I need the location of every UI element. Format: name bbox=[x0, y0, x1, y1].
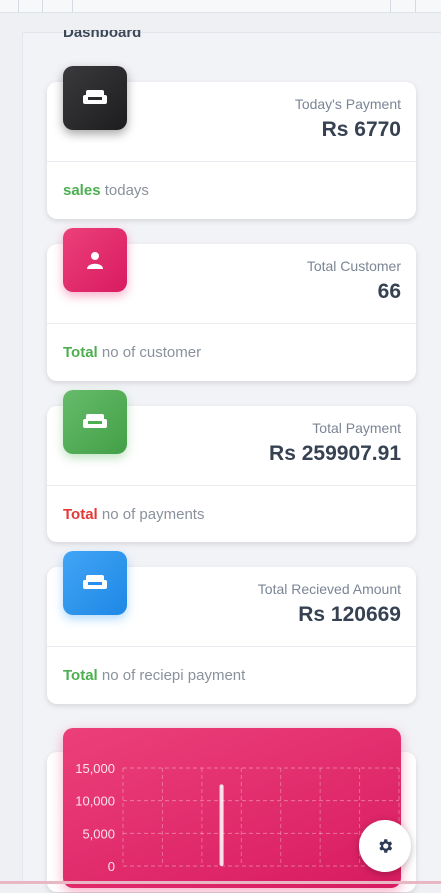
footer-highlight: Total bbox=[63, 667, 98, 684]
card-icon-tile bbox=[63, 66, 127, 130]
person-icon bbox=[87, 252, 103, 269]
bar-chart: 15,000 10,000 5,000 0 bbox=[75, 761, 400, 874]
footer-text: no of customer bbox=[97, 344, 202, 361]
divider bbox=[47, 323, 416, 324]
gear-icon bbox=[379, 839, 393, 853]
card-footer: Total no of customer bbox=[63, 344, 201, 361]
footer-highlight: Total bbox=[63, 344, 98, 361]
footer-text: no of reciepi payment bbox=[97, 667, 246, 684]
card-label: Total Customer bbox=[306, 258, 401, 274]
top-bar bbox=[0, 0, 441, 13]
couch-icon bbox=[83, 575, 107, 589]
settings-button[interactable] bbox=[359, 820, 411, 872]
footer-text: todays bbox=[100, 182, 149, 199]
card-footer: Total no of payments bbox=[63, 506, 204, 523]
footer-highlight: sales bbox=[63, 182, 101, 199]
y-tick-label: 5,000 bbox=[82, 826, 115, 841]
card-label: Total Payment bbox=[312, 420, 401, 436]
card-icon-tile bbox=[63, 390, 127, 454]
y-tick-label: 0 bbox=[108, 859, 115, 874]
card-icon-tile bbox=[63, 228, 127, 292]
divider bbox=[47, 485, 416, 486]
card-value: Rs 259907.91 bbox=[269, 442, 401, 465]
couch-icon bbox=[83, 90, 107, 104]
card-label: Total Recieved Amount bbox=[257, 581, 401, 597]
card-value: Rs 6770 bbox=[321, 118, 401, 141]
chart-bar bbox=[219, 784, 224, 866]
couch-icon bbox=[83, 414, 107, 428]
page-title: Dashboard bbox=[63, 24, 142, 41]
card-value: Rs 120669 bbox=[298, 603, 401, 626]
card-label: Today's Payment bbox=[294, 96, 401, 112]
chart-tile: 15,000 10,000 5,000 0 bbox=[63, 728, 401, 888]
divider bbox=[47, 161, 416, 162]
footer-highlight: Total bbox=[63, 506, 98, 523]
divider bbox=[47, 646, 416, 647]
card-value: 66 bbox=[377, 280, 401, 303]
card-icon-tile bbox=[63, 551, 127, 615]
footer-text: no of payments bbox=[97, 506, 205, 523]
card-footer: Total no of reciepi payment bbox=[63, 667, 245, 684]
y-tick-label: 15,000 bbox=[75, 761, 115, 776]
card-footer: sales todays bbox=[63, 182, 149, 199]
y-tick-label: 10,000 bbox=[75, 794, 115, 809]
